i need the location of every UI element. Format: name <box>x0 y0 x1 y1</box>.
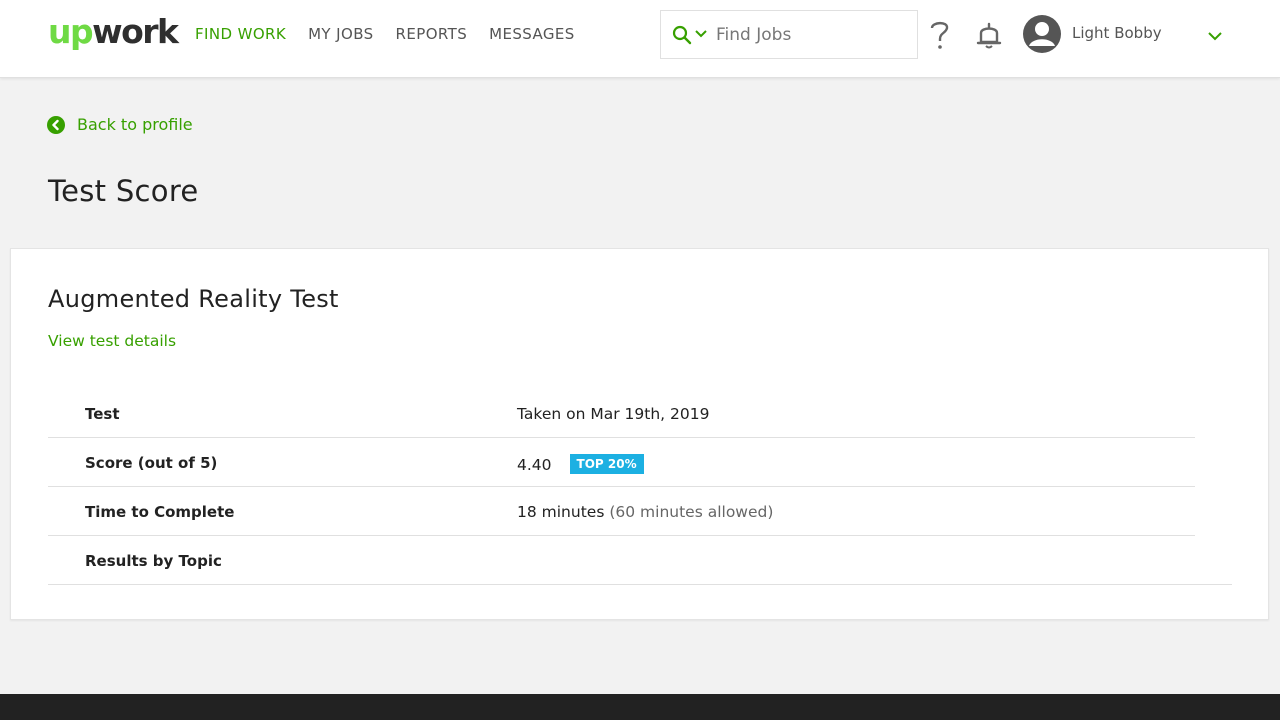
footer-bar <box>0 694 1280 720</box>
user-menu-chevron-icon[interactable] <box>1207 30 1223 42</box>
back-to-profile-link[interactable]: Back to profile <box>47 115 193 134</box>
row-label: Results by Topic <box>85 552 222 570</box>
bell-icon[interactable] <box>975 20 1003 50</box>
search-input[interactable] <box>716 23 906 47</box>
nav-find-work[interactable]: FIND WORK <box>195 25 286 43</box>
avatar-icon[interactable] <box>1022 14 1062 54</box>
page-title: Test Score <box>48 174 199 208</box>
test-score-card: Augmented Reality Test View test details… <box>10 248 1269 620</box>
score-value-cell: 4.40 TOP 20% <box>517 454 644 474</box>
time-value: 18 minutes <box>517 503 605 521</box>
test-title: Augmented Reality Test <box>48 285 339 313</box>
logo-up: up <box>48 12 94 51</box>
row-label: Time to Complete <box>85 503 235 521</box>
table-row: Score (out of 5) 4.40 TOP 20% <box>48 438 1195 487</box>
table-row: Results by Topic <box>48 536 1232 585</box>
row-label: Test <box>85 405 120 423</box>
upwork-logo[interactable]: upwork <box>48 12 179 52</box>
help-icon[interactable] <box>928 18 952 52</box>
main-nav: FIND WORK MY JOBS REPORTS MESSAGES <box>195 25 597 43</box>
search-icon[interactable] <box>672 25 692 45</box>
user-name[interactable]: Light Bobby <box>1072 24 1162 42</box>
table-row: Time to Complete 18 minutes (60 minutes … <box>48 487 1195 536</box>
time-value-cell: 18 minutes (60 minutes allowed) <box>517 503 773 521</box>
top-header: upwork FIND WORK MY JOBS REPORTS MESSAGE… <box>0 0 1280 78</box>
view-test-details-link[interactable]: View test details <box>48 332 176 350</box>
back-link-label: Back to profile <box>77 115 193 134</box>
score-table: Test Taken on Mar 19th, 2019 Score (out … <box>48 389 1232 585</box>
score-value: 4.40 <box>517 456 552 474</box>
chevron-down-icon[interactable] <box>695 29 707 39</box>
search-box <box>660 10 918 59</box>
row-value: Taken on Mar 19th, 2019 <box>517 405 710 423</box>
nav-messages[interactable]: MESSAGES <box>489 25 575 43</box>
nav-my-jobs[interactable]: MY JOBS <box>308 25 373 43</box>
top-percent-badge: TOP 20% <box>569 454 644 474</box>
logo-work: work <box>92 12 179 51</box>
nav-reports[interactable]: REPORTS <box>396 25 468 43</box>
table-row: Test Taken on Mar 19th, 2019 <box>48 389 1195 438</box>
back-arrow-icon <box>47 115 65 134</box>
row-label: Score (out of 5) <box>85 454 218 472</box>
time-allowed-note: (60 minutes allowed) <box>609 503 774 521</box>
